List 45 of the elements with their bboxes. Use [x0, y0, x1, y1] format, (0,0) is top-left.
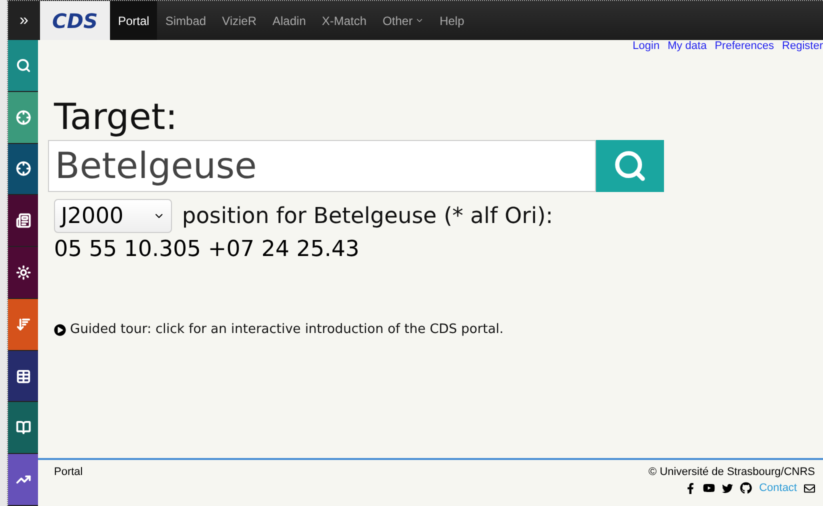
footer-label: Portal: [54, 466, 83, 480]
copyright-text: © Université de Strasbourg/CNRS: [648, 466, 815, 478]
target-label: Target:: [54, 96, 179, 140]
sidebar-button[interactable]: [8, 195, 38, 248]
github-icon[interactable]: [740, 482, 752, 494]
facebook-icon[interactable]: [685, 482, 696, 494]
list-icon: [16, 213, 30, 228]
user-link[interactable]: Login: [632, 40, 660, 56]
sidebar-button[interactable]: [8, 402, 38, 454]
coordinates-text: 05 55 10.305 +07 24 25.43: [54, 237, 360, 262]
position-label: position for Betelgeuse (* alf Ori):: [182, 204, 554, 228]
epoch-select[interactable]: J2000: [54, 199, 172, 233]
play-icon: [54, 324, 66, 336]
user-link[interactable]: Preferences: [714, 40, 774, 56]
book-icon: [16, 420, 30, 436]
nav-tab[interactable]: X-Match: [314, 1, 375, 40]
youtube-icon[interactable]: [703, 482, 716, 494]
crosshair-icon: [16, 110, 30, 125]
search-icon: [16, 58, 30, 73]
target-input[interactable]: Betelgeuse: [48, 140, 596, 192]
table-icon: [16, 368, 30, 384]
search-button[interactable]: [596, 140, 664, 192]
twitter-icon[interactable]: [722, 482, 734, 494]
sidebar-button[interactable]: [8, 247, 38, 299]
nav-tab[interactable]: Help: [432, 1, 472, 40]
nav-tab[interactable]: Aladin: [264, 1, 314, 40]
user-link[interactable]: Register: [782, 40, 823, 56]
sun-icon: [16, 265, 30, 280]
search-icon: [613, 149, 647, 183]
sidebar-button[interactable]: [8, 350, 38, 402]
nav-tab[interactable]: Other: [374, 1, 432, 40]
nav-tab[interactable]: Simbad: [157, 1, 214, 40]
sidebar-button[interactable]: [8, 92, 38, 144]
sidebar-button[interactable]: [8, 144, 38, 196]
expand-button[interactable]: »: [8, 1, 40, 40]
logo[interactable]: CDS: [40, 1, 110, 40]
user-link[interactable]: My data: [668, 40, 707, 56]
sidebar-button[interactable]: [8, 298, 38, 351]
crosshair-icon: [16, 161, 30, 176]
nav-tab[interactable]: VizieR: [214, 1, 265, 40]
sidebar-button[interactable]: [8, 454, 38, 506]
sort-icon: [16, 316, 30, 332]
nav-tab[interactable]: Portal: [110, 1, 158, 40]
envelope-icon: [804, 482, 815, 494]
guided-tour-link[interactable]: Guided tour: click for an interactive introduction of the CDS portal.: [70, 322, 504, 337]
